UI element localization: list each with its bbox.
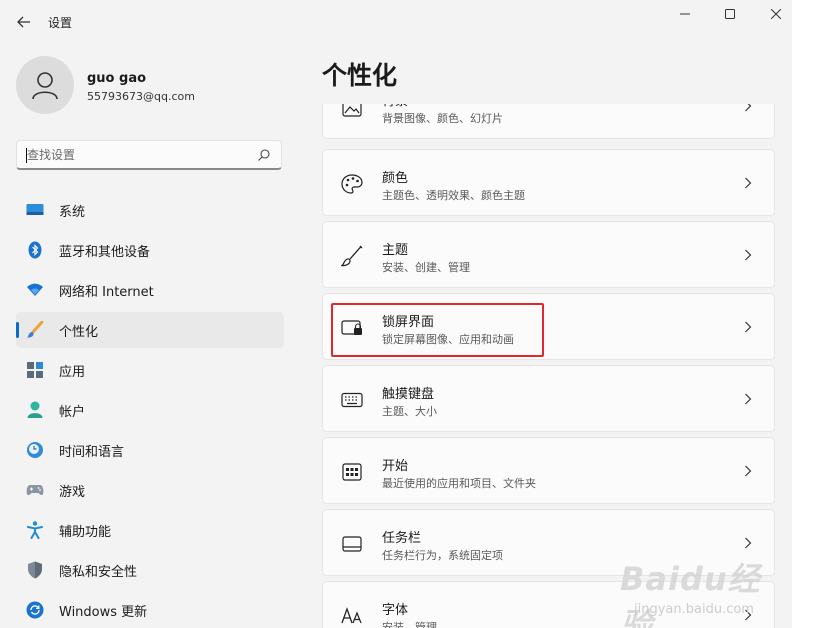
card-title: 背景 bbox=[382, 104, 408, 109]
chevron-right-icon bbox=[742, 317, 754, 337]
sidebar-item-label: 帐户 bbox=[59, 404, 86, 420]
sidebar-nav: 系统 蓝牙和其他设备 网络和 Internet 个性化 应用 帐户 时间和语言 … bbox=[16, 192, 284, 628]
user-name: guo gao bbox=[87, 71, 147, 86]
card-title: 字体 bbox=[382, 603, 409, 618]
bluetooth-icon bbox=[26, 241, 44, 259]
sidebar-item-gaming[interactable]: 游戏 bbox=[16, 472, 284, 508]
outer-background bbox=[792, 0, 819, 628]
card-title: 任务栏 bbox=[382, 531, 422, 546]
card-subtitle: 最近使用的应用和项目、文件夹 bbox=[382, 477, 536, 490]
card-subtitle: 任务栏行为，系统固定项 bbox=[382, 549, 503, 562]
chevron-right-icon bbox=[742, 461, 754, 481]
close-icon bbox=[771, 9, 781, 19]
sidebar-item-bluetooth[interactable]: 蓝牙和其他设备 bbox=[16, 232, 284, 268]
sidebar-item-privacy[interactable]: 隐私和安全性 bbox=[16, 552, 284, 588]
search-input[interactable] bbox=[17, 141, 247, 168]
search-box[interactable] bbox=[16, 140, 282, 170]
sidebar-item-label: 辅助功能 bbox=[59, 524, 112, 540]
avatar[interactable] bbox=[16, 56, 74, 114]
sidebar-item-accessibility[interactable]: 辅助功能 bbox=[16, 512, 284, 548]
back-button[interactable] bbox=[12, 11, 36, 33]
maximize-button[interactable] bbox=[715, 4, 745, 24]
settings-window: 设置 guo gao 55793673@qq.com 查找设置 系统 蓝牙和其他… bbox=[0, 0, 792, 628]
network-icon bbox=[26, 281, 44, 299]
card-subtitle: 背景图像、颜色、幻灯片 bbox=[382, 112, 503, 125]
fonts-icon bbox=[340, 604, 364, 628]
sidebar-item-label: 网络和 Internet bbox=[59, 284, 154, 300]
card-colors[interactable]: 颜色 主题色、透明效果、颜色主题 bbox=[322, 149, 775, 216]
search-icon[interactable] bbox=[257, 148, 271, 162]
windows-update-icon bbox=[26, 601, 44, 619]
title-bar: 设置 bbox=[0, 0, 792, 44]
sidebar-item-label: Windows 更新 bbox=[59, 604, 148, 620]
back-arrow-icon bbox=[17, 16, 30, 28]
sidebar-item-personalization[interactable]: 个性化 bbox=[16, 312, 284, 348]
privacy-shield-icon bbox=[26, 561, 44, 579]
card-subtitle: 安装、创建、管理 bbox=[382, 261, 470, 274]
sidebar-item-label: 应用 bbox=[59, 364, 86, 380]
page-title: 个性化 bbox=[322, 61, 398, 90]
chevron-right-icon bbox=[742, 104, 754, 116]
keyboard-icon bbox=[340, 388, 364, 412]
user-icon bbox=[32, 72, 58, 100]
chevron-right-icon bbox=[742, 245, 754, 265]
card-background[interactable]: 背景 背景图像、颜色、幻灯片 bbox=[322, 104, 775, 139]
card-title: 颜色 bbox=[382, 171, 409, 186]
card-subtitle: 安装、管理 bbox=[382, 621, 437, 628]
start-icon bbox=[340, 460, 364, 484]
card-subtitle: 主题、大小 bbox=[382, 405, 437, 418]
chevron-right-icon bbox=[742, 389, 754, 409]
sidebar-item-windows-update[interactable]: Windows 更新 bbox=[16, 592, 284, 628]
sidebar-item-label: 游戏 bbox=[59, 484, 86, 500]
minimize-button[interactable] bbox=[670, 4, 700, 24]
app-title: 设置 bbox=[48, 16, 73, 30]
sidebar-item-label: 系统 bbox=[59, 204, 86, 220]
minimize-icon bbox=[680, 13, 690, 15]
account-icon bbox=[26, 401, 44, 419]
card-title: 触摸键盘 bbox=[382, 387, 435, 402]
theme-brush-icon bbox=[340, 244, 364, 268]
highlight-annotation-box bbox=[331, 303, 544, 357]
sidebar-item-label: 隐私和安全性 bbox=[59, 564, 138, 580]
baidu-watermark: Baidu经验 jingyan.baidu.com bbox=[620, 548, 790, 628]
sidebar-item-label: 时间和语言 bbox=[59, 444, 125, 460]
close-button[interactable] bbox=[761, 4, 791, 24]
card-touch-keyboard[interactable]: 触摸键盘 主题、大小 bbox=[322, 365, 775, 432]
personalization-brush-icon bbox=[26, 321, 44, 339]
card-title: 主题 bbox=[382, 243, 409, 258]
taskbar-icon bbox=[340, 532, 364, 556]
sidebar-item-time-language[interactable]: 时间和语言 bbox=[16, 432, 284, 468]
sidebar-item-accounts[interactable]: 帐户 bbox=[16, 392, 284, 428]
sidebar-item-label: 蓝牙和其他设备 bbox=[59, 244, 151, 260]
sidebar-item-network[interactable]: 网络和 Internet bbox=[16, 272, 284, 308]
chevron-right-icon bbox=[742, 173, 754, 193]
background-image-icon bbox=[340, 104, 364, 119]
system-icon bbox=[26, 201, 44, 219]
sidebar-item-system[interactable]: 系统 bbox=[16, 192, 284, 228]
card-title: 开始 bbox=[382, 459, 409, 474]
accessibility-icon bbox=[26, 521, 44, 539]
maximize-icon bbox=[725, 9, 735, 19]
sidebar-item-apps[interactable]: 应用 bbox=[16, 352, 284, 388]
apps-icon bbox=[26, 361, 44, 379]
user-email: 55793673@qq.com bbox=[87, 90, 195, 103]
card-subtitle: 主题色、透明效果、颜色主题 bbox=[382, 189, 525, 202]
watermark-url-text: jingyan.baidu.com bbox=[634, 602, 754, 617]
text-cursor bbox=[26, 148, 27, 163]
card-start[interactable]: 开始 最近使用的应用和项目、文件夹 bbox=[322, 437, 775, 504]
palette-icon bbox=[340, 172, 364, 196]
sidebar-item-label: 个性化 bbox=[59, 324, 99, 340]
time-language-icon bbox=[26, 441, 44, 459]
gaming-icon bbox=[26, 481, 44, 499]
card-themes[interactable]: 主题 安装、创建、管理 bbox=[322, 221, 775, 288]
